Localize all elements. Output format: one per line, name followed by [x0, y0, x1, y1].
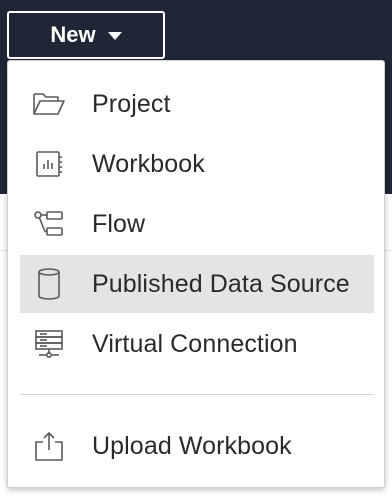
new-button[interactable]: New	[7, 11, 165, 59]
folder-open-icon	[32, 87, 66, 121]
menu-item-label: Project	[92, 89, 171, 118]
menu-item-project[interactable]: Project	[20, 75, 374, 133]
upload-icon	[32, 429, 66, 463]
page: New Project Workbook Flow Published Data…	[0, 0, 392, 496]
menu-item-label: Workbook	[92, 149, 205, 178]
new-dropdown-menu: Project Workbook Flow Published Data Sou…	[7, 60, 385, 488]
flow-icon	[32, 207, 66, 241]
virtual-connection-icon	[32, 327, 66, 361]
workbook-icon	[32, 147, 66, 181]
menu-item-upload-workbook[interactable]: Upload Workbook	[20, 417, 374, 475]
new-button-label: New	[50, 22, 96, 47]
menu-divider	[20, 394, 374, 395]
menu-item-label: Upload Workbook	[92, 431, 292, 460]
menu-item-label: Virtual Connection	[92, 329, 298, 358]
menu-item-workbook[interactable]: Workbook	[20, 135, 374, 193]
menu-item-virtual-connection[interactable]: Virtual Connection	[20, 315, 374, 373]
menu-item-flow[interactable]: Flow	[20, 195, 374, 253]
caret-down-icon	[107, 32, 122, 40]
menu-item-label: Published Data Source	[92, 269, 350, 298]
menu-item-published-data-source[interactable]: Published Data Source	[20, 255, 374, 313]
menu-item-label: Flow	[92, 209, 146, 238]
database-cylinder-icon	[32, 267, 66, 301]
